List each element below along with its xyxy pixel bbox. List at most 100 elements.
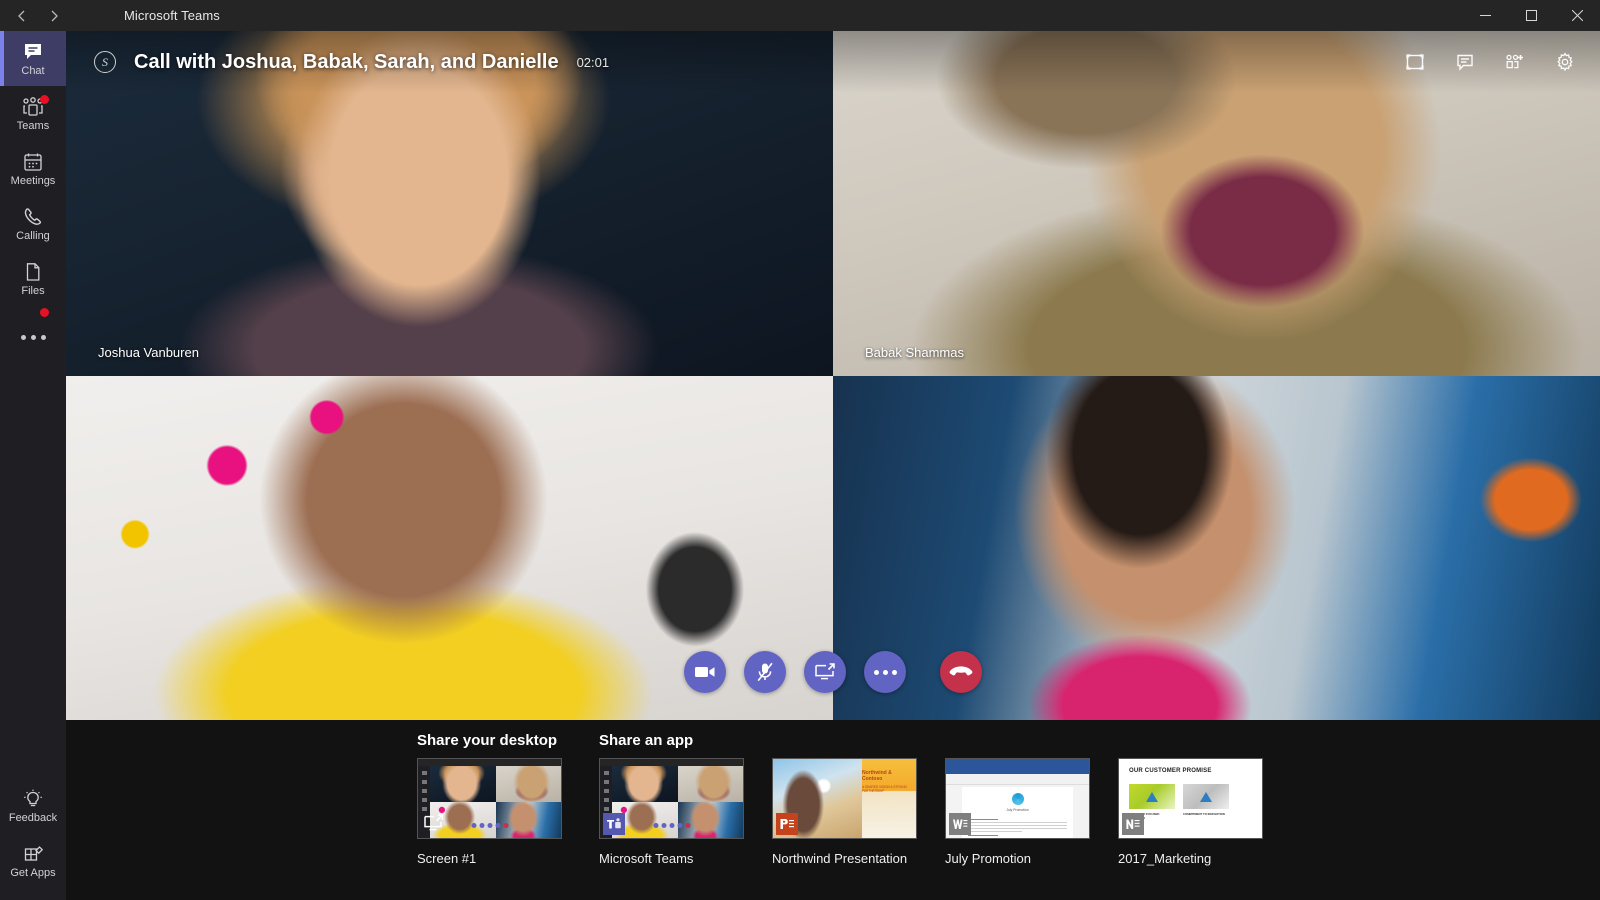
more-unread-badge	[40, 308, 49, 317]
call-controls	[684, 651, 982, 693]
sidebar-item-get-apps-label: Get Apps	[10, 867, 55, 880]
thumbnail-2017-marketing[interactable]: OUR CUSTOMER PROMISE CUSTOMER FOCUSED AP…	[1118, 758, 1263, 839]
mini-title-bar	[418, 759, 561, 766]
share-item-label: July Promotion	[945, 851, 1090, 866]
call-header: S Call with Joshua, Babak, Sarah, and Da…	[66, 31, 1600, 93]
share-tray-content: Share your desktop	[417, 720, 1263, 866]
sidebar-item-feedback[interactable]: Feedback	[0, 778, 66, 833]
app-title: Microsoft Teams	[124, 8, 220, 23]
word-page: July Promotion	[962, 787, 1073, 838]
share-item-microsoft-teams[interactable]: Microsoft Teams	[599, 758, 744, 866]
mini-title-bar	[600, 759, 743, 766]
share-item-label: Microsoft Teams	[599, 851, 744, 866]
hang-up-button[interactable]	[940, 651, 982, 693]
rail-top-group: Chat Teams	[0, 31, 66, 350]
screen-share-icon	[422, 812, 446, 834]
sidebar-item-teams-label: Teams	[17, 120, 49, 133]
mute-button[interactable]	[744, 651, 786, 693]
more-icon	[21, 317, 46, 340]
thumbnail-northwind-presentation[interactable]: Northwind & Contoso A SHARED VISION A ST…	[772, 758, 917, 839]
more-actions-button[interactable]	[864, 651, 906, 693]
word-icon	[949, 813, 971, 835]
ppt-subtitle: A SHARED VISION A STRONG PARTNERSHIP	[862, 785, 912, 794]
teams-unread-badge	[40, 95, 49, 104]
word-ribbon	[946, 759, 1089, 774]
thumbnail-microsoft-teams[interactable]	[599, 758, 744, 839]
thumbnail-july-promotion[interactable]: July Promotion	[945, 758, 1090, 839]
onenote-icon	[1122, 813, 1144, 835]
share-desktop-items: Screen #1	[417, 758, 562, 866]
word-caption: July Promotion	[962, 808, 1073, 812]
share-item-july-promotion[interactable]: July Promotion	[945, 758, 1090, 866]
video-stage: Joshua Vanburen Babak Shammas S Call wit…	[66, 31, 1600, 720]
sidebar-item-chat[interactable]: Chat	[0, 31, 66, 86]
minimize-button[interactable]	[1462, 0, 1508, 31]
share-screen-button[interactable]	[804, 651, 846, 693]
powerpoint-icon	[776, 813, 798, 835]
chat-icon	[22, 40, 44, 63]
forward-button[interactable]	[38, 0, 70, 31]
share-app-heading: Share an app	[599, 720, 1263, 758]
share-app-items: Microsoft Teams Northwind & Contoso A SH…	[599, 758, 1263, 866]
files-icon	[22, 260, 44, 283]
sidebar-item-more[interactable]	[0, 306, 66, 350]
onenote-image-2	[1183, 784, 1229, 809]
sidebar-item-teams[interactable]: Teams	[0, 86, 66, 141]
share-item-screen-1[interactable]: Screen #1	[417, 758, 562, 866]
share-item-2017-marketing[interactable]: OUR CUSTOMER PROMISE CUSTOMER FOCUSED AP…	[1118, 758, 1263, 866]
title-bar: Microsoft Teams	[0, 0, 1600, 31]
window-controls	[1462, 0, 1600, 31]
onenote-col2-title: COMMITMENT TO INNOVATION	[1183, 813, 1229, 817]
mini-controls	[471, 823, 508, 828]
share-item-northwind-presentation[interactable]: Northwind & Contoso A SHARED VISION A ST…	[772, 758, 917, 866]
share-desktop-heading: Share your desktop	[417, 720, 562, 758]
share-item-label: 2017_Marketing	[1118, 851, 1263, 866]
rail-bottom-group: Feedback Get Apps	[0, 778, 66, 888]
mini-controls	[653, 823, 690, 828]
ppt-title: Northwind & Contoso	[862, 770, 912, 782]
gear-icon[interactable]	[1548, 45, 1582, 79]
more-dots-icon	[874, 670, 897, 675]
video-tile-grid: Joshua Vanburen Babak Shammas	[66, 31, 1600, 720]
sidebar-item-meetings[interactable]: Meetings	[0, 141, 66, 196]
share-item-label: Northwind Presentation	[772, 851, 917, 866]
share-app-group: Share an app	[599, 720, 1263, 866]
word-body-lines	[968, 816, 1067, 839]
share-desktop-group: Share your desktop	[417, 720, 562, 866]
calendar-icon	[22, 150, 44, 173]
onenote-heading: OUR CUSTOMER PROMISE	[1129, 768, 1212, 774]
left-nav-rail: Chat Teams	[0, 31, 66, 900]
thumbnail-screen-1[interactable]	[417, 758, 562, 839]
back-button[interactable]	[6, 0, 38, 31]
participant-name-label: Babak Shammas	[865, 345, 964, 360]
sidebar-item-get-apps[interactable]: Get Apps	[0, 833, 66, 888]
navigation-arrows	[0, 0, 70, 31]
sidebar-item-chat-label: Chat	[21, 65, 44, 78]
sidebar-item-calling[interactable]: Calling	[0, 196, 66, 251]
share-item-label: Screen #1	[417, 851, 562, 866]
share-tray: Share your desktop	[66, 720, 1600, 900]
skype-icon: S	[94, 51, 116, 73]
sidebar-item-calling-label: Calling	[16, 230, 50, 243]
full-screen-button[interactable]	[1398, 45, 1432, 79]
phone-icon	[22, 205, 44, 228]
word-toolbar	[946, 774, 1089, 785]
add-participants-button[interactable]	[1498, 45, 1532, 79]
teams-window: Microsoft Teams Chat	[0, 0, 1600, 900]
maximize-button[interactable]	[1508, 0, 1554, 31]
sidebar-item-files[interactable]: Files	[0, 251, 66, 306]
participant-name-label: Joshua Vanburen	[98, 345, 199, 360]
sidebar-item-feedback-label: Feedback	[9, 812, 57, 825]
call-title: Call with Joshua, Babak, Sarah, and Dani…	[134, 51, 559, 74]
call-header-actions	[1398, 45, 1582, 79]
sidebar-item-files-label: Files	[21, 285, 44, 298]
close-button[interactable]	[1554, 0, 1600, 31]
onenote-image-1	[1129, 784, 1175, 809]
teams-app-icon	[603, 813, 625, 835]
show-conversation-button[interactable]	[1448, 45, 1482, 79]
document-logo-icon	[1012, 793, 1024, 805]
sidebar-item-meetings-label: Meetings	[11, 175, 56, 188]
apps-icon	[22, 842, 44, 865]
call-timer: 02:01	[577, 55, 610, 70]
video-button[interactable]	[684, 651, 726, 693]
